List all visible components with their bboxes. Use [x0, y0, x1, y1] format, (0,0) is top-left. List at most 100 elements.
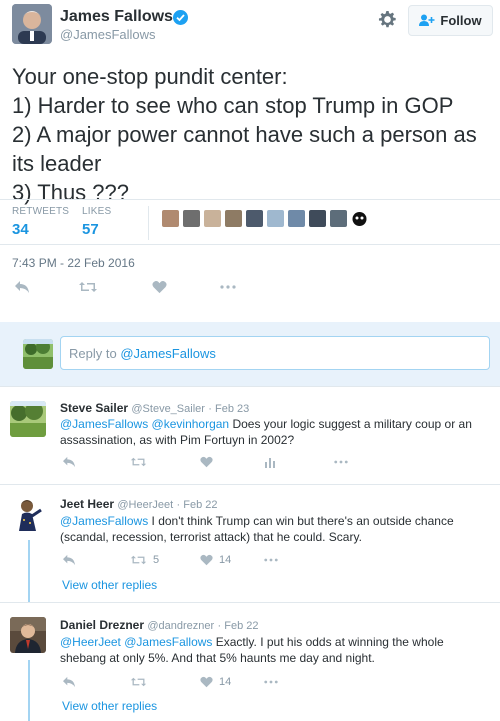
liker-avatar[interactable]: [225, 210, 242, 227]
mention-link[interactable]: @kevinhorgan: [152, 417, 230, 431]
reply-actions: [62, 456, 348, 468]
mention-link[interactable]: @HeerJeet: [60, 635, 121, 649]
divider: [0, 484, 500, 485]
like-button[interactable]: 14: [200, 676, 264, 688]
tweet-actions: [14, 280, 236, 294]
more-button[interactable]: [334, 460, 348, 464]
reply-button[interactable]: [62, 554, 130, 566]
reply-author[interactable]: Jeet Heer @HeerJeet · Feb 22: [60, 497, 218, 511]
gear-icon[interactable]: [378, 10, 397, 29]
mention-link[interactable]: @JamesFallows: [124, 635, 212, 649]
reply-button[interactable]: [62, 456, 130, 468]
liker-avatar[interactable]: [246, 210, 263, 227]
analytics-icon: [264, 456, 276, 468]
like-count: 14: [219, 676, 232, 688]
thread-line: [28, 540, 30, 602]
heart-icon: [200, 456, 213, 468]
likes-stat[interactable]: LIKES 57: [82, 206, 111, 238]
analytics-button[interactable]: [264, 456, 334, 468]
likes-count: 57: [82, 221, 99, 238]
retweet-icon: [130, 554, 147, 566]
reply-author-handle: @Steve_Sailer: [131, 403, 205, 415]
reply-date[interactable]: · Feb 22: [177, 499, 218, 511]
reply-icon: [14, 280, 30, 294]
mention-link[interactable]: @JamesFallows: [60, 417, 148, 431]
liker-avatar[interactable]: [351, 210, 368, 227]
more-icon: [334, 460, 348, 464]
divider: [0, 602, 500, 603]
reply-input[interactable]: Reply to @JamesFallows: [60, 336, 490, 370]
reply-icon: [62, 456, 76, 468]
reply-avatar[interactable]: [10, 496, 46, 532]
reply-date[interactable]: · Feb 23: [208, 403, 249, 415]
retweet-icon: [78, 280, 98, 294]
tweet-line: 2) A major power cannot have such a pers…: [12, 122, 477, 147]
divider: [0, 386, 500, 387]
reply-button[interactable]: [62, 676, 130, 688]
retweet-button[interactable]: 5: [130, 554, 200, 566]
current-user-avatar: [23, 339, 53, 369]
retweet-button[interactable]: [78, 280, 152, 294]
follow-label: Follow: [440, 13, 482, 28]
likes-label: LIKES: [82, 206, 112, 217]
more-icon: [264, 680, 278, 684]
reply-icon: [62, 676, 76, 688]
like-button[interactable]: 14: [200, 554, 264, 566]
more-button[interactable]: [220, 285, 236, 289]
reply-author-name: Steve Sailer: [60, 401, 129, 415]
reply-button[interactable]: [14, 280, 78, 294]
retweet-icon: [130, 456, 147, 468]
reply-author[interactable]: Steve Sailer @Steve_Sailer · Feb 23: [60, 401, 249, 415]
reply-icon: [62, 554, 76, 566]
tweet-timestamp[interactable]: 7:43 PM - 22 Feb 2016: [12, 256, 135, 270]
liker-avatar[interactable]: [330, 210, 347, 227]
mention-link[interactable]: @JamesFallows: [60, 514, 148, 528]
heart-icon: [152, 280, 167, 294]
tweet-line: 3) Thus ???: [12, 180, 130, 205]
view-other-replies-link[interactable]: View other replies: [62, 699, 157, 713]
reply-author-handle: @dandrezner: [147, 620, 215, 632]
divider: [0, 244, 500, 245]
reply-text: @HeerJeet @JamesFallows Exactly. I put h…: [60, 634, 490, 666]
reply-author-handle: @HeerJeet: [117, 499, 174, 511]
more-icon: [264, 558, 278, 562]
verified-badge-icon: [173, 10, 188, 25]
thread-line: [28, 660, 30, 721]
author-handle[interactable]: @JamesFallows: [60, 27, 156, 42]
reply-author-name: Jeet Heer: [60, 497, 115, 511]
more-button[interactable]: [264, 558, 278, 562]
liker-avatar[interactable]: [309, 210, 326, 227]
author-avatar[interactable]: [12, 4, 52, 44]
retweet-button[interactable]: [130, 676, 200, 688]
author-name[interactable]: James Fallows: [60, 8, 173, 26]
divider: [0, 199, 500, 200]
like-button[interactable]: [152, 280, 220, 294]
reply-author[interactable]: Daniel Drezner @dandrezner · Feb 22: [60, 618, 259, 632]
liker-avatar[interactable]: [204, 210, 221, 227]
follow-user-icon: [419, 14, 435, 27]
more-button[interactable]: [264, 680, 278, 684]
reply-date[interactable]: · Feb 22: [218, 620, 259, 632]
reply-avatar[interactable]: [10, 617, 46, 653]
heart-icon: [200, 676, 213, 688]
retweet-button[interactable]: [130, 456, 200, 468]
reply-author-name: Daniel Drezner: [60, 618, 145, 632]
reply-text: @JamesFallows I don't think Trump can wi…: [60, 513, 490, 545]
heart-icon: [200, 554, 213, 566]
like-count: 14: [219, 554, 232, 566]
retweets-count: 34: [12, 221, 29, 238]
liker-avatar[interactable]: [162, 210, 179, 227]
like-button[interactable]: [200, 456, 264, 468]
reply-placeholder-mention: @JamesFallows: [120, 346, 216, 361]
liker-avatar[interactable]: [183, 210, 200, 227]
tweet-text: Your one-stop pundit center: 1) Harder t…: [12, 62, 492, 207]
view-other-replies-link[interactable]: View other replies: [62, 578, 157, 592]
retweets-stat[interactable]: RETWEETS 34: [12, 206, 69, 238]
reply-avatar[interactable]: [10, 401, 46, 437]
liker-avatar[interactable]: [288, 210, 305, 227]
tweet-line: Your one-stop pundit center:: [12, 64, 288, 89]
reply-actions: 14: [62, 676, 278, 688]
follow-button[interactable]: Follow: [408, 5, 493, 36]
liker-avatar[interactable]: [267, 210, 284, 227]
reply-actions: 5 14: [62, 554, 278, 566]
